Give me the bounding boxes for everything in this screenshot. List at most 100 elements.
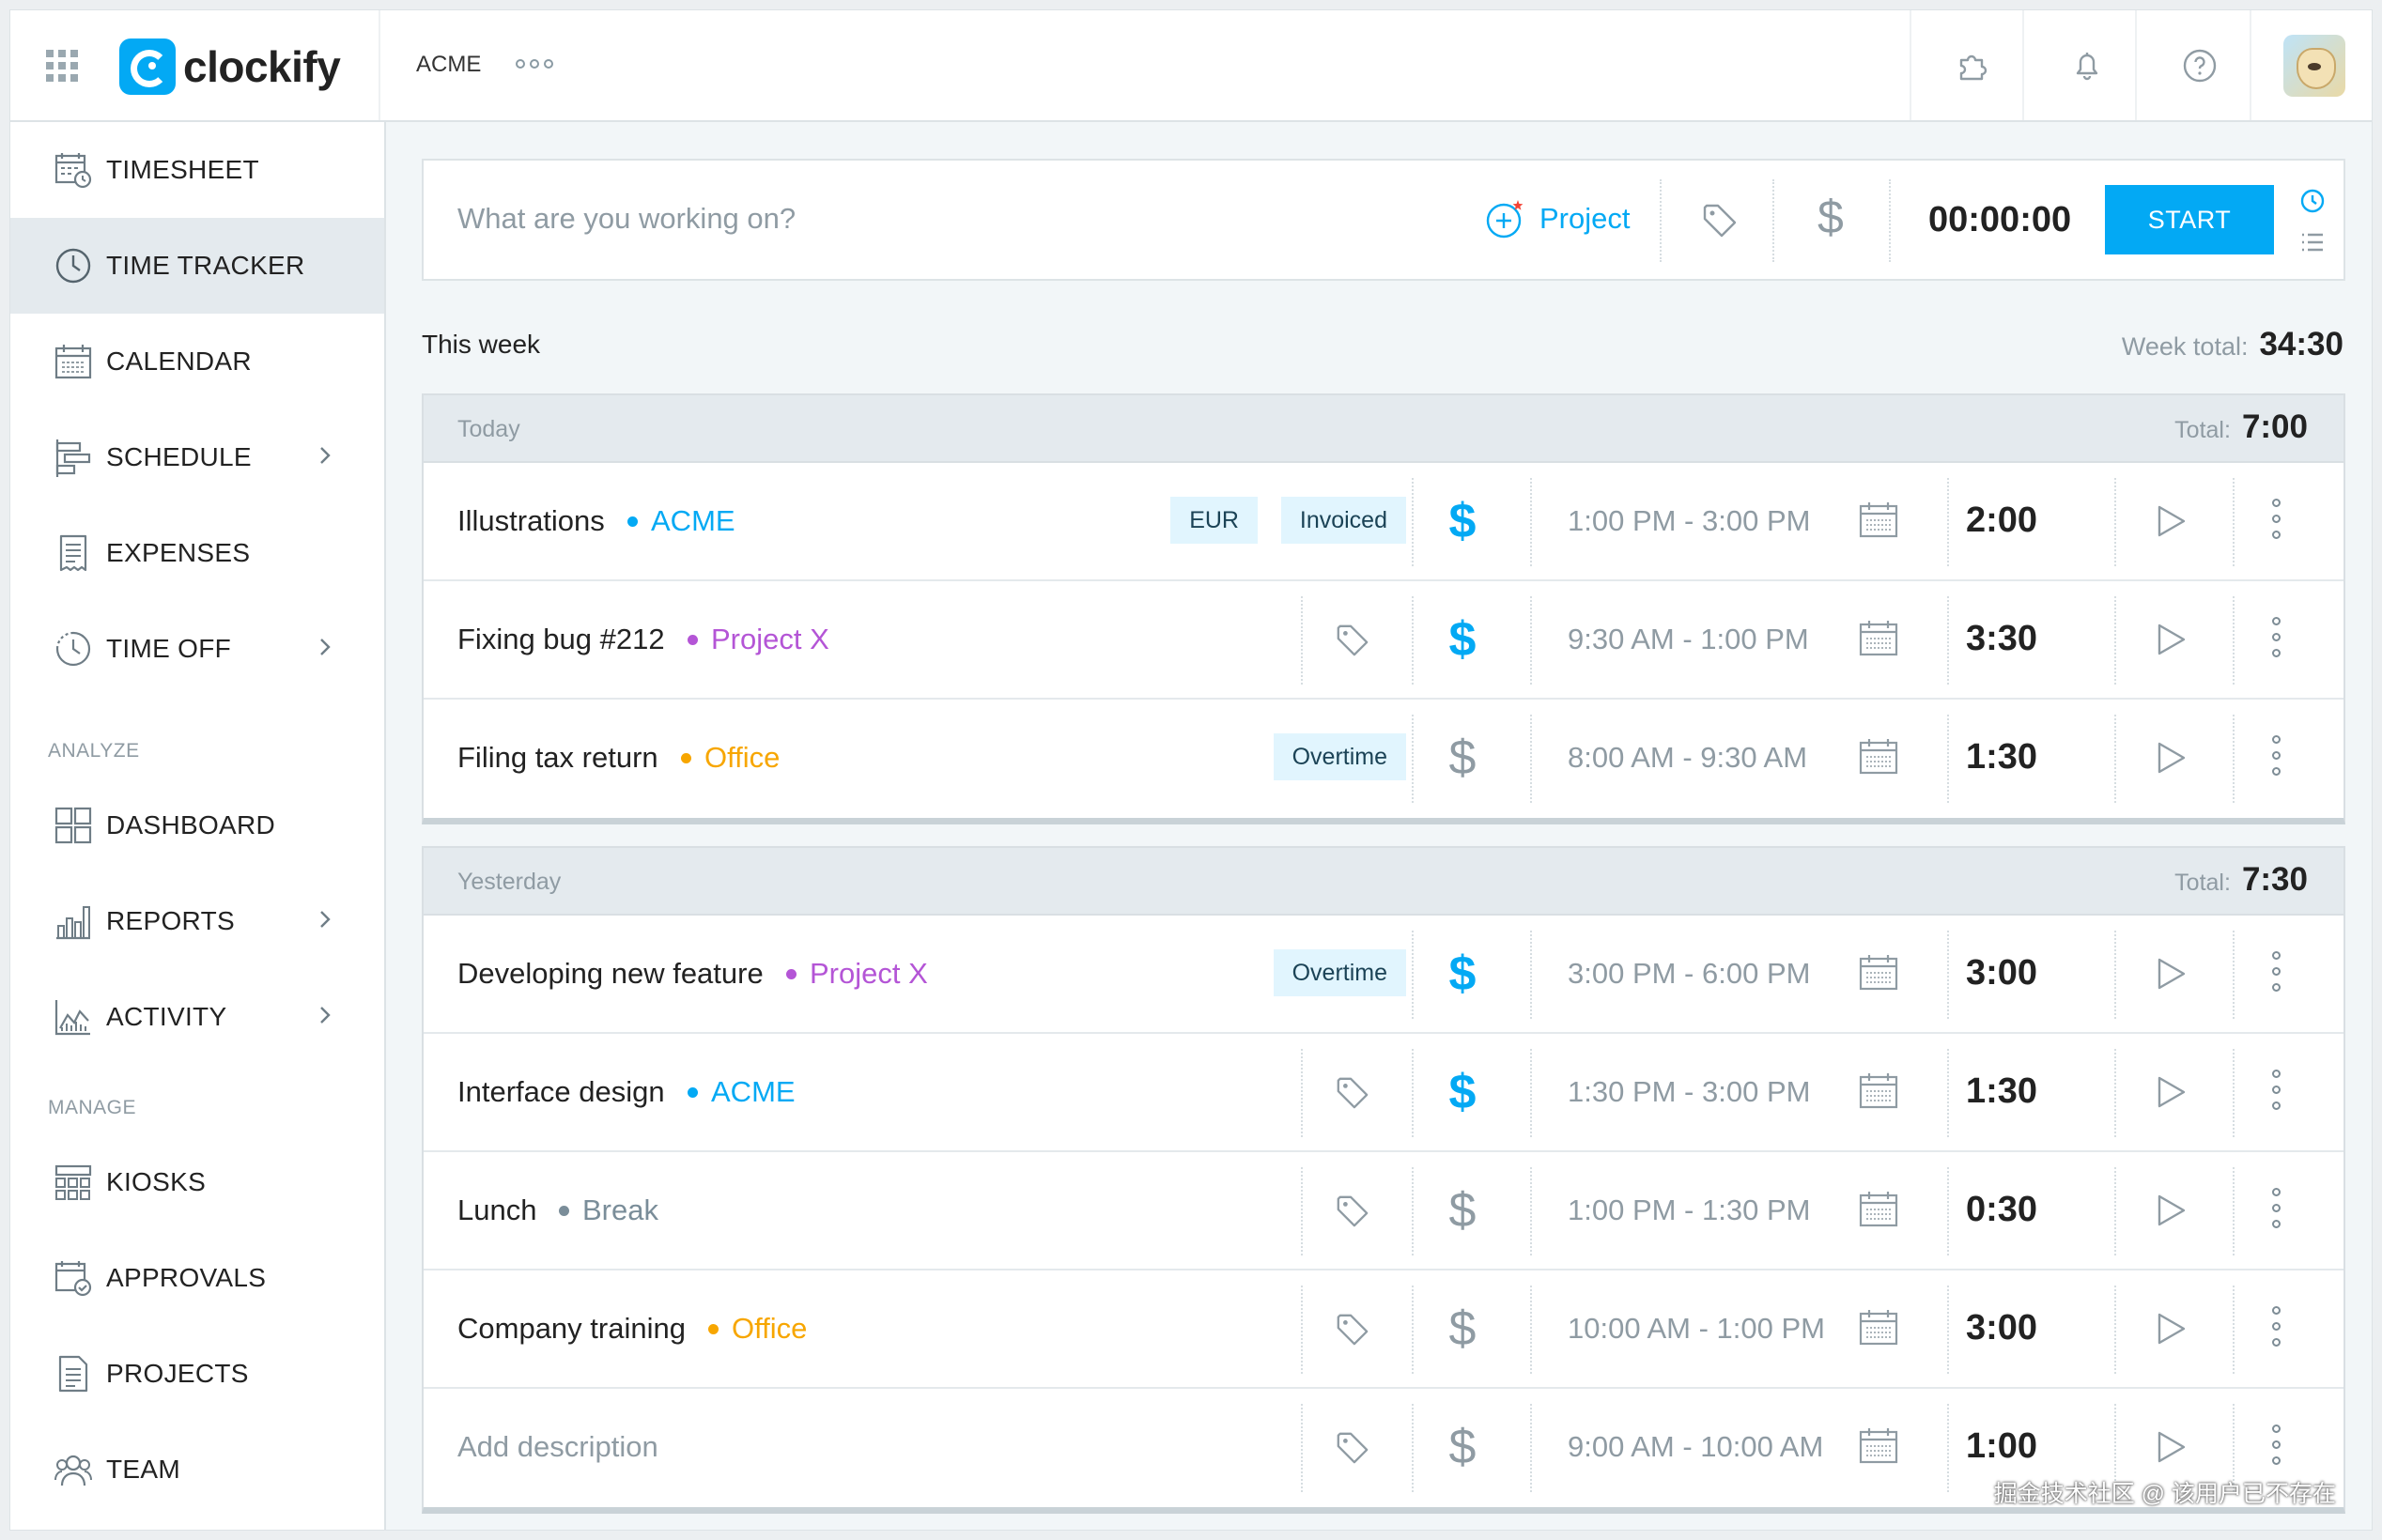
calendar-icon[interactable] — [1859, 1308, 1898, 1352]
sidebar-item-calendar[interactable]: CALENDAR — [10, 314, 384, 409]
help-icon[interactable] — [2178, 44, 2221, 87]
billable-dollar-icon[interactable]: $ — [1444, 1186, 1481, 1235]
play-icon[interactable] — [2152, 1310, 2189, 1352]
entry-time-range[interactable]: 1:30 PM - 3:00 PM — [1568, 1075, 1810, 1109]
entry-time-range[interactable]: 8:00 AM - 9:30 AM — [1568, 741, 1807, 775]
tag-icon[interactable] — [1335, 623, 1370, 663]
more-options-icon[interactable] — [2272, 1306, 2281, 1347]
play-icon[interactable] — [2152, 502, 2189, 545]
workspace-more-icon[interactable] — [516, 59, 553, 69]
entry-project[interactable]: Project X — [786, 957, 928, 991]
tag-badge[interactable]: Overtime — [1273, 733, 1406, 780]
sidebar-item-schedule[interactable]: SCHEDULE — [10, 409, 384, 505]
puzzle-icon[interactable] — [1951, 44, 1994, 87]
entry-time-range[interactable]: 1:00 PM - 3:00 PM — [1568, 504, 1810, 538]
sidebar-item-team[interactable]: TEAM — [10, 1422, 384, 1517]
entry-time-range[interactable]: 10:00 AM - 1:00 PM — [1568, 1312, 1825, 1346]
sidebar-item-kiosks[interactable]: KIOSKS — [10, 1134, 384, 1230]
sidebar-item-timesheet[interactable]: TIMESHEET — [10, 122, 384, 218]
workspace-name[interactable]: ACME — [416, 52, 481, 78]
bell-icon[interactable] — [2065, 44, 2109, 87]
billable-dollar-icon[interactable]: $ — [1444, 497, 1481, 546]
entry-duration[interactable]: 1:30 — [1910, 1071, 2094, 1112]
entry-description[interactable]: Fixing bug #212 — [457, 623, 665, 656]
entry-duration[interactable]: 3:30 — [1910, 619, 2094, 659]
entry-project[interactable]: Break — [559, 1194, 658, 1227]
entry-duration[interactable]: 0:30 — [1910, 1190, 2094, 1230]
billable-dollar-icon[interactable]: $ — [1444, 1068, 1481, 1116]
entry-description[interactable]: Illustrations — [457, 504, 605, 538]
user-avatar[interactable] — [2283, 35, 2345, 97]
sidebar-item-approvals[interactable]: APPROVALS — [10, 1230, 384, 1326]
sidebar-item-time-tracker[interactable]: TIME TRACKER — [10, 218, 384, 314]
billable-dollar-icon[interactable]: $ — [1444, 1304, 1481, 1353]
entry-project[interactable]: ACME — [688, 1075, 796, 1109]
start-button[interactable]: START — [2105, 185, 2274, 254]
description-input[interactable] — [457, 202, 1303, 236]
entry-time-range[interactable]: 9:30 AM - 1:00 PM — [1568, 623, 1809, 656]
sidebar-item-dashboard[interactable]: DASHBOARD — [10, 778, 384, 873]
entry-description[interactable]: Company training — [457, 1312, 686, 1346]
manual-mode-list-icon[interactable] — [2298, 228, 2327, 261]
billable-dollar-icon[interactable]: $ — [1444, 1423, 1481, 1471]
entry-duration[interactable]: 3:00 — [1910, 953, 2094, 993]
entry-description[interactable]: Filing tax return — [457, 741, 658, 775]
tag-icon[interactable] — [1335, 1075, 1370, 1116]
play-icon[interactable] — [2152, 955, 2189, 997]
calendar-icon[interactable] — [1859, 500, 1898, 545]
entry-project[interactable]: Project X — [688, 623, 829, 656]
entry-time-range[interactable]: 1:00 PM - 1:30 PM — [1568, 1194, 1810, 1227]
calendar-icon[interactable] — [1859, 737, 1898, 781]
clockify-logo[interactable]: clockify — [119, 38, 341, 95]
entry-description[interactable]: Lunch — [457, 1194, 536, 1227]
entry-duration[interactable]: 1:30 — [1910, 737, 2094, 778]
play-icon[interactable] — [2152, 1073, 2189, 1116]
more-options-icon[interactable] — [2272, 499, 2281, 539]
tag-badge[interactable]: Overtime — [1273, 949, 1406, 996]
play-icon[interactable] — [2152, 621, 2189, 663]
billable-dollar-icon[interactable]: $ — [1444, 733, 1481, 782]
timer-mode-clock-icon[interactable] — [2298, 187, 2327, 220]
more-options-icon[interactable] — [2272, 617, 2281, 657]
tag-icon[interactable] — [1335, 1194, 1370, 1234]
entry-description[interactable]: Interface design — [457, 1075, 665, 1109]
project-picker[interactable]: Project — [1485, 198, 1630, 239]
sidebar-item-activity[interactable]: ACTIVITY — [10, 969, 384, 1065]
entry-duration[interactable]: 2:00 — [1910, 500, 2094, 541]
app-grid-icon[interactable] — [46, 50, 78, 82]
sidebar-item-time-off[interactable]: TIME OFF — [10, 601, 384, 697]
tag-icon[interactable] — [1335, 1430, 1370, 1471]
play-icon[interactable] — [2152, 739, 2189, 781]
entry-description-placeholder[interactable]: Add description — [457, 1430, 658, 1464]
calendar-icon[interactable] — [1859, 1426, 1898, 1471]
calendar-icon[interactable] — [1859, 619, 1898, 663]
entry-project[interactable]: Office — [708, 1312, 807, 1346]
billable-dollar-icon[interactable]: $ — [1444, 949, 1481, 998]
calendar-icon[interactable] — [1859, 1071, 1898, 1116]
entry-time-range[interactable]: 9:00 AM - 10:00 AM — [1568, 1430, 1823, 1464]
entry-description[interactable]: Developing new feature — [457, 957, 764, 991]
more-options-icon[interactable] — [2272, 951, 2281, 992]
billable-dollar-icon[interactable]: $ — [1444, 615, 1481, 664]
play-icon[interactable] — [2152, 1428, 2189, 1471]
tag-icon[interactable] — [1335, 1312, 1370, 1352]
more-options-icon[interactable] — [2272, 735, 2281, 776]
tag-icon[interactable] — [1701, 202, 1739, 244]
more-options-icon[interactable] — [2272, 1070, 2281, 1110]
calendar-icon[interactable] — [1859, 1190, 1898, 1234]
sidebar-item-reports[interactable]: REPORTS — [10, 873, 384, 969]
tag-badge[interactable]: EUR — [1170, 497, 1258, 544]
entry-duration[interactable]: 3:00 — [1910, 1308, 2094, 1348]
more-options-icon[interactable] — [2272, 1188, 2281, 1228]
tag-badge[interactable]: Invoiced — [1280, 497, 1406, 544]
calendar-icon[interactable] — [1859, 953, 1898, 997]
entry-project[interactable]: ACME — [627, 504, 735, 538]
entry-duration[interactable]: 1:00 — [1910, 1426, 2094, 1467]
more-options-icon[interactable] — [2272, 1424, 2281, 1465]
entry-project[interactable]: Office — [681, 741, 780, 775]
billable-dollar-icon[interactable]: $ — [1817, 192, 1844, 241]
sidebar-item-projects[interactable]: PROJECTS — [10, 1326, 384, 1422]
entry-time-range[interactable]: 3:00 PM - 6:00 PM — [1568, 957, 1810, 991]
sidebar-item-expenses[interactable]: EXPENSES — [10, 505, 384, 601]
play-icon[interactable] — [2152, 1192, 2189, 1234]
